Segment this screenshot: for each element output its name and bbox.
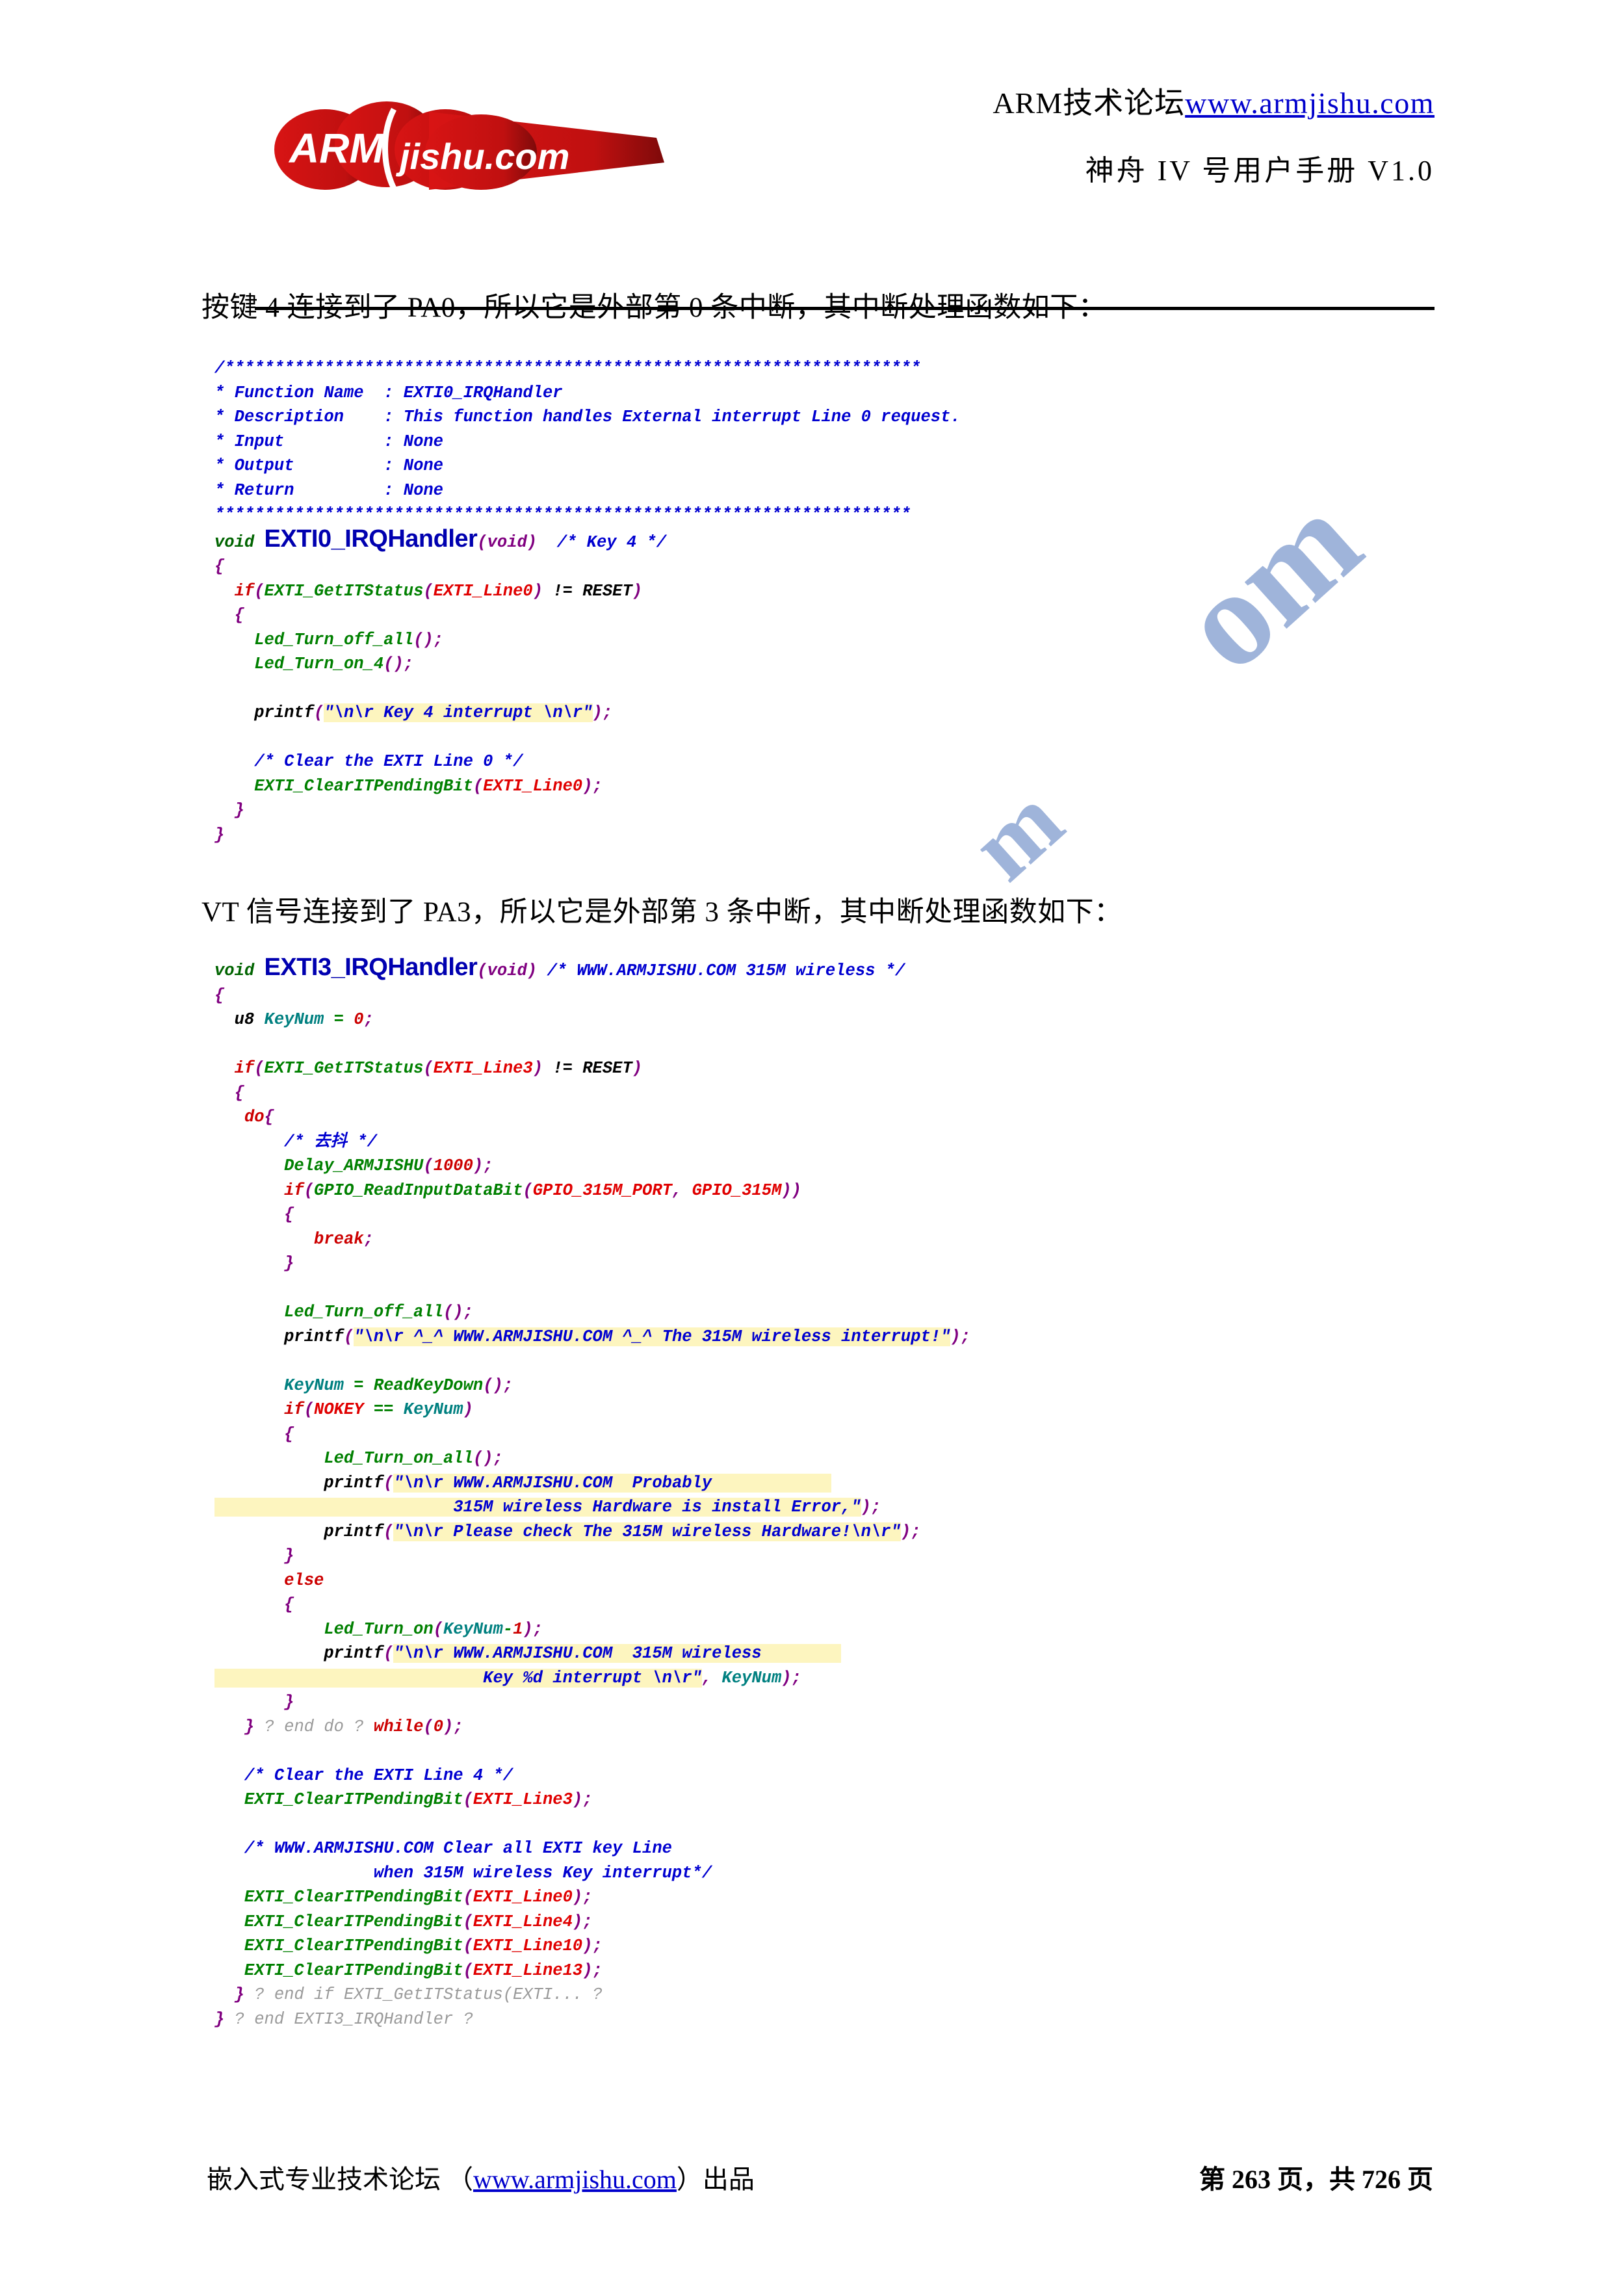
code-doc-row-1: * Description : This function handles Ex… — [214, 408, 961, 426]
svg-text:ARM: ARM — [288, 125, 385, 172]
watermark-text-2: m — [950, 766, 1083, 901]
page-footer: 嵌入式专业技术论坛 （www.armjishu.com）出品 第 263 页，共… — [0, 2158, 1623, 2217]
code-signature-comment: /* Key 4 */ — [556, 532, 667, 552]
code-block-exti0: /***************************************… — [214, 359, 961, 844]
code-doc-row-3: * Output : None — [214, 456, 443, 475]
code2-signature-comment: /* WWW.ARMJISHU.COM 315M wireless */ — [547, 961, 905, 980]
code2-function-name: EXTI3_IRQHandler — [264, 954, 478, 981]
footer-credit: 嵌入式专业技术论坛 （www.armjishu.com）出品 — [207, 2158, 755, 2196]
code-block-exti3: void EXTI3_IRQHandler(void) /* WWW.ARMJI… — [214, 954, 971, 2029]
code2-function-args: (void) — [477, 961, 538, 980]
footer-url[interactable]: www.armjishu.com — [473, 2165, 677, 2194]
code-banner-top: /***************************************… — [214, 359, 921, 378]
footer-credit-prefix: 嵌入式专业技术论坛 （ — [207, 2165, 473, 2194]
svg-text:jishu.com: jishu.com — [395, 136, 569, 177]
header-site-line: ARM技术论坛www.armjishu.com — [720, 85, 1435, 122]
code-function-args: (void) — [477, 532, 538, 552]
header-site-prefix: ARM技术论坛 — [993, 86, 1186, 120]
code2-return-type: void — [214, 961, 255, 980]
code-function-name: EXTI0_IRQHandler — [264, 525, 478, 553]
code-doc-row-0: * Function Name : EXTI0_IRQHandler — [214, 383, 563, 402]
code-banner-bottom: ****************************************… — [214, 505, 911, 524]
page-header: ARM jishu.com ARM技术论坛www.armjishu.com 神舟… — [0, 78, 1623, 310]
footer-credit-suffix: ）出品 — [676, 2165, 755, 2194]
header-site-url[interactable]: www.armjishu.com — [1185, 86, 1435, 120]
paragraph-key4-intro: 按键 4 连接到了 PA0，所以它是外部第 0 条中断，其中断处理函数如下： — [201, 293, 1107, 323]
watermark-text-1: om — [1152, 465, 1388, 699]
document-page: ARM jishu.com ARM技术论坛www.armjishu.com 神舟… — [0, 0, 1623, 2296]
armjishu-logo: ARM jishu.com — [266, 92, 695, 203]
paragraph-vt-intro: VT 信号连接到了 PA3，所以它是外部第 3 条中断，其中断处理函数如下： — [201, 897, 1123, 928]
code-line: { — [214, 557, 225, 576]
header-manual-title: 神舟 IV 号用户手册 V1.0 — [1085, 154, 1435, 187]
header-title-block: ARM技术论坛www.armjishu.com 神舟 IV 号用户手册 V1.0 — [720, 85, 1435, 189]
footer-page-number: 第 263 页，共 726 页 — [1199, 2165, 1433, 2194]
code-return-type: void — [214, 532, 255, 552]
code-doc-row-4: * Return : None — [214, 480, 443, 500]
code-keyword-if: if — [234, 581, 255, 601]
code-doc-row-2: * Input : None — [214, 432, 443, 451]
